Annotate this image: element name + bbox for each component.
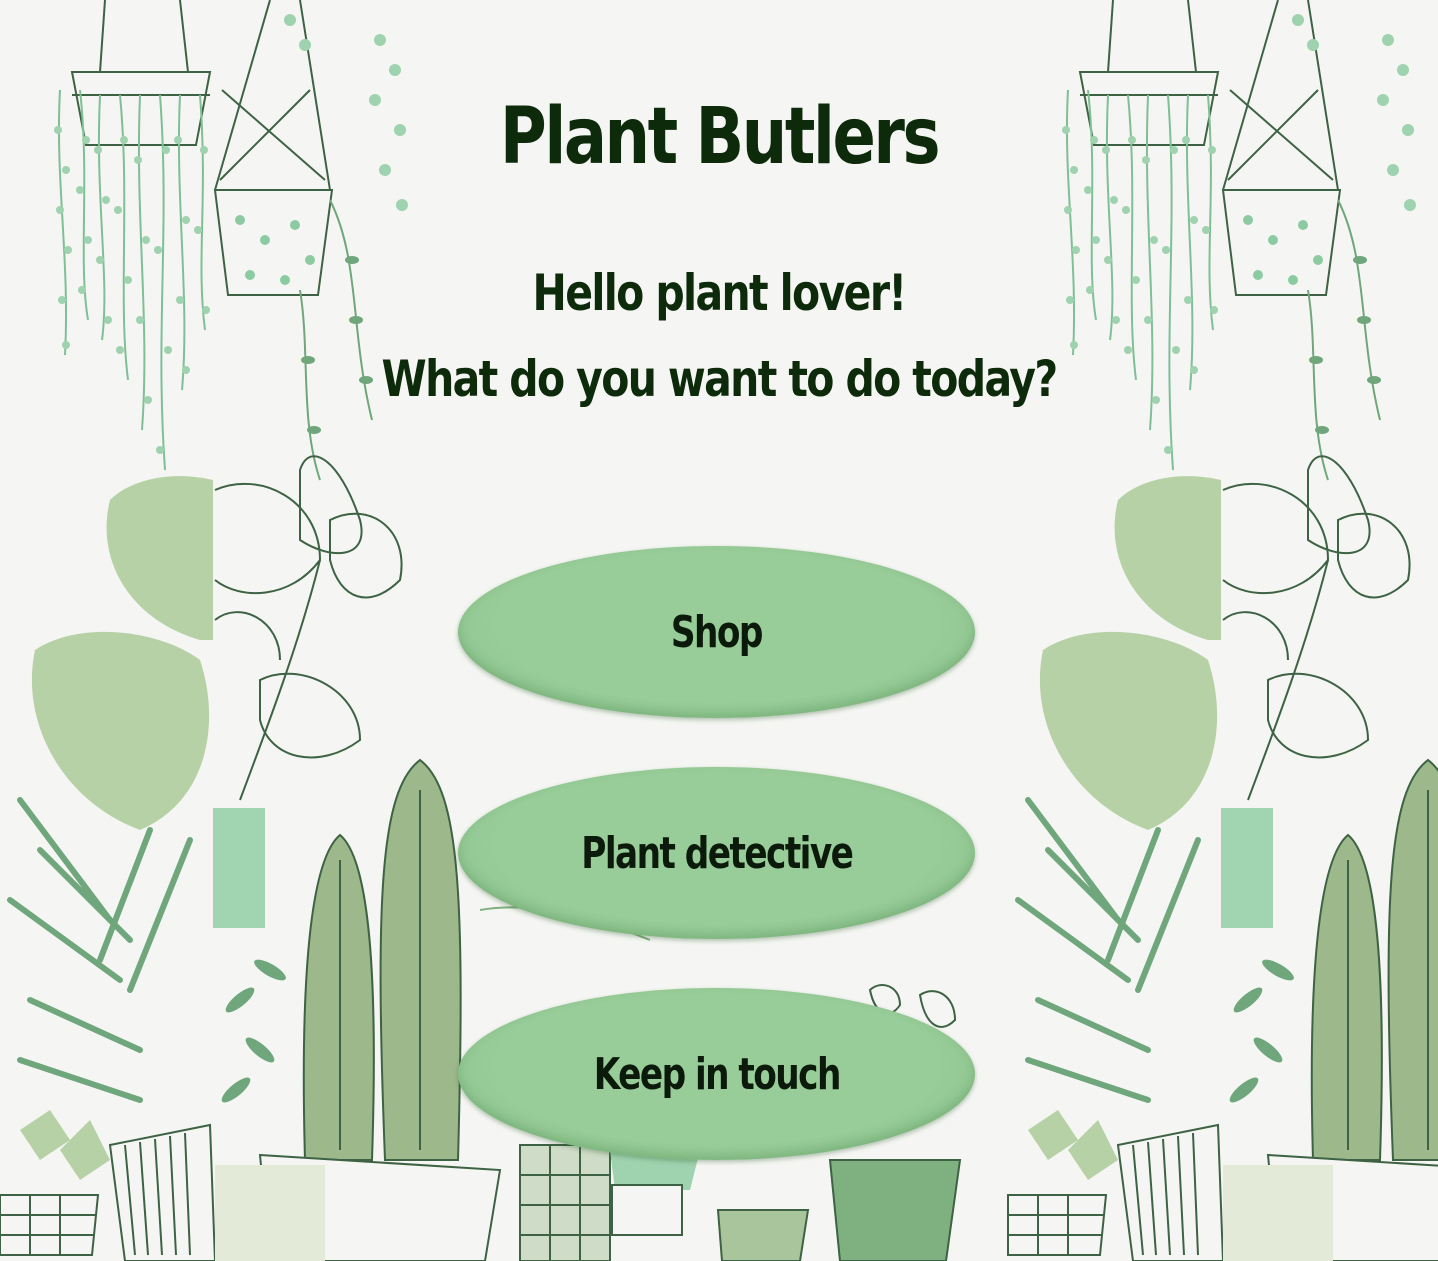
shop-button-label: Shop <box>670 606 764 658</box>
keep-in-touch-button[interactable]: Keep in touch <box>458 988 975 1160</box>
plant-detective-button-label: Plant detective <box>580 827 854 879</box>
app-title: Plant Butlers <box>499 92 941 182</box>
greeting-line-2: What do you want to do today? <box>381 350 1058 408</box>
shop-button[interactable]: Shop <box>458 546 975 718</box>
greeting-line-1: Hello plant lover! <box>532 264 908 322</box>
greeting: Hello plant lover! What do you want to d… <box>129 250 1308 422</box>
keep-in-touch-button-label: Keep in touch <box>593 1048 841 1100</box>
plant-detective-button[interactable]: Plant detective <box>458 767 975 939</box>
